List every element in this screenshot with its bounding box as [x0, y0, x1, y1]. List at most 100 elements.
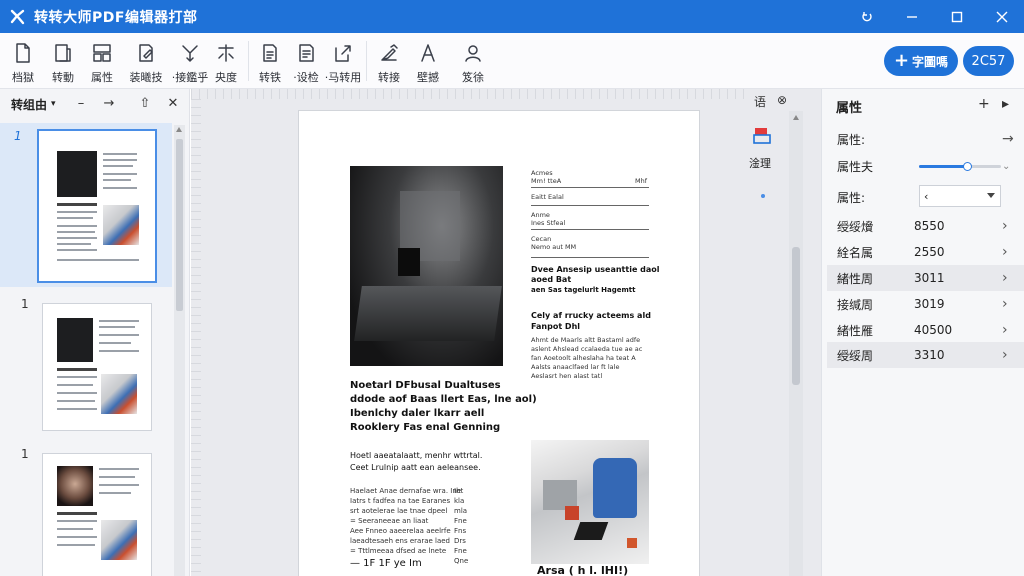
page-text: Mm! tteA	[531, 177, 562, 185]
page-text: Haelaet Anae dernafae wra. Ine	[350, 487, 462, 495]
add-button[interactable]: + 字圖嗎	[884, 46, 958, 76]
page-text: Aee Fnneo aaeerelaa aeelrfe	[350, 527, 451, 535]
close-icon[interactable]	[980, 0, 1024, 33]
page-photo	[531, 440, 649, 564]
title-bar: 转转大师PDF编辑器打部	[0, 0, 1024, 33]
count-button[interactable]: 2C57	[963, 46, 1014, 76]
toolbar-divider	[366, 41, 367, 81]
property-row[interactable]: 属性: ‹	[827, 184, 1024, 210]
tool-layout[interactable]: 属性	[82, 33, 122, 89]
settings-icon[interactable]: ⊗	[777, 93, 787, 107]
scroll-thumb[interactable]	[792, 247, 800, 385]
thumbnail-image	[57, 318, 93, 362]
page-heading: Cely af rrucky acteems ald	[531, 311, 651, 320]
language-icon[interactable]: 语	[754, 93, 766, 110]
chevron-down-icon[interactable]: ⌄	[1002, 161, 1010, 172]
arrow-right-icon[interactable]: →	[1002, 131, 1014, 147]
thumbnail-image	[57, 466, 93, 506]
user-icon	[462, 42, 484, 64]
chevron-right-icon[interactable]: ›	[1002, 270, 1008, 286]
page-text: Cecan	[531, 235, 552, 243]
scroll-up-icon[interactable]	[176, 127, 182, 132]
page-heading: aoed Bat	[531, 275, 572, 284]
property-row[interactable]: 绶绥燲 8550 ›	[827, 213, 1024, 239]
organize-icon[interactable]	[753, 127, 771, 145]
chevron-right-icon[interactable]: ›	[1002, 244, 1008, 260]
property-row[interactable]: 属性: →	[827, 126, 1024, 152]
property-select[interactable]: ‹	[919, 185, 1001, 207]
page-text: Drs	[454, 537, 466, 545]
tool-sign[interactable]: 转接	[369, 33, 409, 89]
page-caption: Arsa ( h l. lHI!)	[537, 564, 629, 576]
add-button-label: 字圖嗎	[912, 54, 949, 69]
chevron-right-icon[interactable]: ›	[1002, 296, 1008, 312]
slider-knob[interactable]	[963, 162, 973, 171]
chevron-right-icon[interactable]: ›	[1002, 347, 1008, 363]
property-row[interactable]: 絟名属 2550 ›	[827, 239, 1024, 265]
scroll-up-icon[interactable]	[793, 115, 799, 120]
page-photo	[350, 166, 503, 366]
property-row[interactable]: 接缄周 3019 ›	[827, 291, 1024, 317]
tool-user[interactable]: 笈徐	[453, 33, 493, 89]
chevron-down-icon[interactable]: ▾	[51, 99, 56, 109]
arrow-right-icon[interactable]: →	[100, 95, 118, 113]
tool-pen[interactable]: 壁撼	[408, 33, 448, 89]
tool-label: 转接	[378, 71, 400, 84]
property-row[interactable]: 属性夫 ⌄	[827, 153, 1024, 179]
close-icon[interactable]: ✕	[164, 95, 182, 113]
thumbnail-item[interactable]: 1	[0, 289, 172, 439]
tool-label: 档獄	[12, 71, 34, 84]
tool-page-edit[interactable]: 装曦技	[126, 33, 166, 89]
plus-icon[interactable]: +	[978, 96, 990, 112]
window-controls	[844, 0, 1024, 33]
thumbnail-title[interactable]: 转组由	[11, 96, 47, 113]
chevron-right-icon[interactable]: ›	[1002, 322, 1008, 338]
page-text: Mhf	[635, 177, 648, 185]
convert-icon	[259, 42, 281, 64]
pdf-page[interactable]: Acmes Mm! tteA Mhf Eaitt Ealal Anme Ines…	[298, 110, 700, 576]
page-edit-icon	[135, 42, 157, 64]
thumbnail-image	[101, 520, 137, 560]
tool-convert[interactable]: 转铁	[250, 33, 290, 89]
thumbnail-scrollbar[interactable]	[174, 125, 185, 576]
organize-label[interactable]: 淦理	[749, 155, 771, 171]
page-text: mla	[454, 507, 468, 515]
document-scrollbar[interactable]	[789, 111, 803, 576]
property-value: 3011	[914, 271, 945, 285]
restore-icon[interactable]	[845, 0, 889, 33]
tool-form[interactable]: ·设检	[286, 33, 326, 89]
page-text: Nemo aut MM	[531, 243, 577, 251]
property-label: 属性:	[837, 190, 866, 205]
select-value: ‹	[924, 189, 929, 203]
tool-export[interactable]: ·马转用	[323, 33, 363, 89]
property-slider[interactable]	[919, 162, 1001, 171]
indicator-dot	[761, 194, 765, 198]
thumbnail-panel: 转组由 ▾ – → ⇧ ✕ 1 1 1	[0, 89, 190, 576]
property-row[interactable]: 绶绥周 3310 ›	[827, 342, 1024, 368]
tool-document[interactable]: 转動	[43, 33, 83, 89]
thumbnail-item[interactable]: 1	[0, 123, 172, 287]
page-text: laeadtesaeh ens erarae laed	[350, 537, 451, 545]
app-title: 转转大师PDF编辑器打部	[34, 9, 198, 26]
sign-icon	[378, 42, 400, 64]
page-text: Fns	[454, 527, 467, 535]
property-row[interactable]: 緒性雁 40500 ›	[827, 317, 1024, 343]
thumbnail-image	[57, 151, 97, 197]
tool-merge[interactable]: ·接鑑乎	[170, 33, 210, 89]
scroll-thumb[interactable]	[176, 139, 183, 311]
up-icon[interactable]: ⇧	[136, 95, 154, 113]
minimize-icon[interactable]	[890, 0, 934, 33]
thumbnail-item[interactable]: 1	[0, 441, 172, 576]
page-number: 1	[21, 447, 29, 461]
page-text: Acmes	[531, 169, 553, 177]
document-area: Acmes Mm! tteA Mhf Eaitt Ealal Anme Ines…	[191, 89, 821, 576]
toolbar: 档獄 转動 属性 装曦技 ·接鑑乎 央度 转铁 ·设检 ·马转用 转接 壁撼 笈…	[0, 33, 1024, 89]
chevron-right-icon[interactable]: ›	[1002, 218, 1008, 234]
property-row[interactable]: 緒性周 3011 ›	[827, 265, 1024, 291]
tool-split[interactable]: 央度	[206, 33, 246, 89]
minus-icon[interactable]: –	[72, 95, 90, 113]
maximize-icon[interactable]	[935, 0, 979, 33]
tool-file[interactable]: 档獄	[3, 33, 43, 89]
property-label: 接缄周	[837, 297, 874, 312]
collapse-icon[interactable]: ▸	[1002, 96, 1009, 112]
